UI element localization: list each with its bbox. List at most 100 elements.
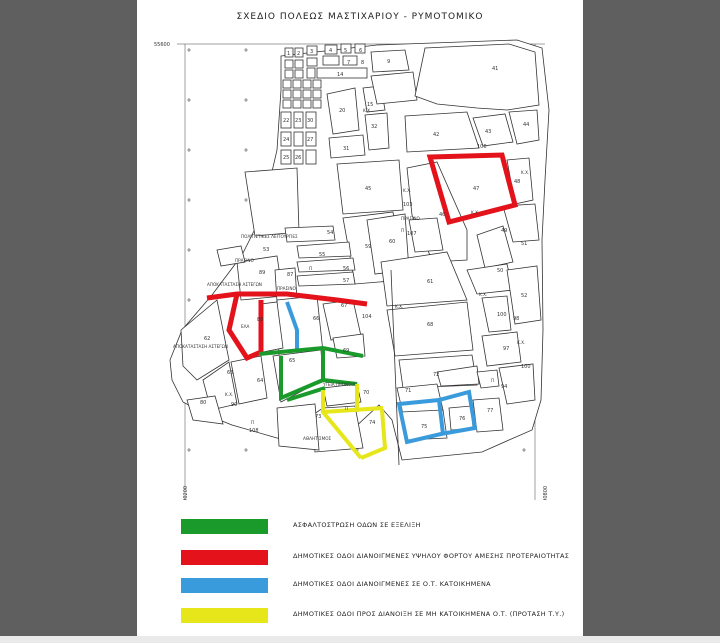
- block-42: [404, 111, 480, 153]
- svg-text:48: 48: [514, 179, 520, 185]
- svg-text:77: 77: [487, 408, 493, 414]
- label-kx-2: Κ.Χ.: [479, 292, 487, 297]
- label-apokatastasi-2: ΑΠΟΚΑΤΑΣΤΑΣΗ ΑΣΤΕΓΩΝ: [173, 344, 228, 349]
- svg-text:63: 63: [227, 370, 233, 376]
- svg-text:75: 75: [421, 424, 427, 430]
- svg-text:26: 26: [295, 155, 301, 161]
- svg-text:3: 3: [310, 49, 313, 55]
- legend-swatch-blue: [181, 578, 268, 593]
- svg-text:1: 1: [287, 51, 290, 57]
- bottom-strip: [0, 636, 720, 643]
- svg-text:24: 24: [283, 137, 289, 143]
- label-kx-1: Κ.Χ.: [471, 210, 479, 215]
- label-ela: ΕΛΑ: [241, 324, 250, 329]
- label-kx-7: Κ.Χ.: [403, 188, 411, 193]
- label-prasino-1: ΠΡΑΣΙΝΟ: [235, 258, 255, 263]
- label-p-2: Π: [401, 228, 404, 233]
- svg-text:107: 107: [407, 231, 417, 237]
- svg-text:41: 41: [492, 66, 498, 72]
- svg-text:6: 6: [359, 48, 362, 54]
- svg-text:90: 90: [231, 402, 237, 408]
- svg-text:54: 54: [327, 230, 333, 236]
- svg-text:73: 73: [315, 414, 321, 420]
- label-prasino-2: ΠΡΑΣΙΝΟ: [277, 286, 297, 291]
- svg-text:71: 71: [405, 388, 411, 394]
- svg-text:43: 43: [485, 129, 491, 135]
- svg-text:97: 97: [503, 346, 509, 352]
- svg-text:44: 44: [523, 122, 529, 128]
- svg-text:57: 57: [343, 278, 349, 284]
- legend-text-red: ΔΗΜΟΤΙΚΕΣ ΟΔΟΙ ΔΙΑΝΟΙΓΜΕΝΕΣ ΥΨΗΛΟΥ ΦΟΡΤΟ…: [293, 552, 570, 560]
- label-athlitismos: ΑΘΛΗΤΙΣΜΟΣ: [303, 436, 332, 441]
- label-politistiko: ΠΟΛΙΤΙΣΤΙΚΕΣ ΛΕΙΤΟΥΡΓΙΕΣ: [241, 234, 298, 239]
- label-apokatastasi-1: ΑΠΟΚΑΤΑΣΤΑΣΗ ΑΣΤΕΓΩΝ: [207, 282, 262, 287]
- svg-text:2: 2: [297, 51, 300, 57]
- label-p-4: Π: [309, 266, 312, 271]
- svg-text:9: 9: [387, 59, 390, 65]
- label-prasino-3: ΠΡΑΣΙΝΟ: [401, 216, 421, 221]
- svg-text:60: 60: [389, 239, 395, 245]
- svg-text:5: 5: [344, 48, 347, 54]
- label-kx-3: Κ.Χ.: [521, 170, 529, 175]
- label-ygeia: ΥΓΕΙΑ ΠΡΟΝΟΙΑ: [322, 382, 356, 387]
- svg-text:52: 52: [521, 293, 527, 299]
- city-blocks: [169, 39, 550, 461]
- svg-text:67: 67: [341, 303, 347, 309]
- svg-text:106: 106: [477, 144, 487, 150]
- svg-text:7: 7: [347, 60, 350, 66]
- svg-text:31: 31: [343, 146, 349, 152]
- svg-text:14: 14: [337, 72, 343, 78]
- legend-text-blue: ΔΗΜΟΤΙΚΕΣ ΟΔΟΙ ΔΙΑΝΟΙΓΜΕΝΕΣ ΣΕ Ο.Τ. ΚΑΤΟ…: [293, 580, 491, 588]
- svg-text:47: 47: [473, 186, 479, 192]
- svg-text:72: 72: [433, 372, 439, 378]
- svg-text:20: 20: [339, 108, 345, 114]
- svg-text:88: 88: [257, 317, 263, 323]
- svg-text:87: 87: [287, 272, 293, 278]
- label-kx-5: Κ.Χ.: [225, 392, 233, 397]
- svg-text:56: 56: [343, 266, 349, 272]
- svg-text:94: 94: [501, 384, 507, 390]
- svg-text:103: 103: [403, 202, 413, 208]
- svg-text:22: 22: [283, 118, 289, 124]
- svg-text:53: 53: [263, 247, 269, 253]
- svg-text:61: 61: [427, 279, 433, 285]
- label-p-5: Π: [251, 420, 254, 425]
- coord-bottom-right: 290800: [543, 486, 549, 500]
- svg-text:51: 51: [521, 241, 527, 247]
- svg-text:80: 80: [200, 400, 206, 406]
- svg-text:49: 49: [501, 228, 507, 234]
- label-p-3: Π: [491, 378, 494, 383]
- label-kx-8: Κ.Χ.: [363, 108, 371, 113]
- svg-text:42: 42: [433, 132, 439, 138]
- svg-text:66: 66: [313, 316, 319, 322]
- svg-text:4: 4: [329, 48, 332, 54]
- svg-text:68: 68: [427, 322, 433, 328]
- label-p-1: Π: [345, 406, 348, 411]
- label-kx-4: Κ.Χ.: [517, 340, 525, 345]
- legend-swatch-yellow: [181, 608, 268, 623]
- svg-text:59: 59: [365, 244, 371, 250]
- svg-text:104: 104: [362, 314, 372, 320]
- svg-text:100: 100: [521, 364, 531, 370]
- legend-swatch-green: [181, 519, 268, 534]
- svg-text:100: 100: [497, 312, 507, 318]
- svg-text:98: 98: [513, 316, 519, 322]
- coord-bottom-left: 290200: [183, 486, 189, 500]
- legend-text-yellow: ΔΗΜΟΤΙΚΕΣ ΟΔΟΙ ΠΡΟΣ ΔΙΑΝΟΙΞΗ ΣΕ ΜΗ ΚΑΤΟΙ…: [293, 610, 565, 618]
- svg-text:25: 25: [283, 155, 289, 161]
- svg-text:45: 45: [365, 186, 371, 192]
- legend-text-green: ΑΣΦΑΛΤΟΣΤΡΩΣΗ ΟΔΩΝ ΣΕ ΕΞΕΛΙΞΗ: [293, 521, 421, 529]
- svg-text:27: 27: [307, 137, 313, 143]
- svg-text:62: 62: [204, 336, 210, 342]
- svg-text:70: 70: [363, 390, 369, 396]
- street-plan-map: 55600 290200 290800 1 2 3 4 5 6 7 8 9 14…: [154, 39, 550, 500]
- map-sheet: ΣΧΕΔΙΟ ΠΟΛΕΩΣ ΜΑΣΤΙΧΑΡΙΟΥ - ΡΥΜΟΤΟΜΙΚΟ 5…: [137, 0, 583, 643]
- svg-text:8: 8: [361, 60, 364, 66]
- legend-swatch-red: [181, 550, 268, 565]
- svg-text:64: 64: [257, 378, 263, 384]
- svg-text:74: 74: [369, 420, 375, 426]
- svg-text:30: 30: [307, 118, 313, 124]
- svg-text:32: 32: [371, 124, 377, 130]
- svg-text:55: 55: [319, 252, 325, 258]
- svg-text:65: 65: [289, 358, 295, 364]
